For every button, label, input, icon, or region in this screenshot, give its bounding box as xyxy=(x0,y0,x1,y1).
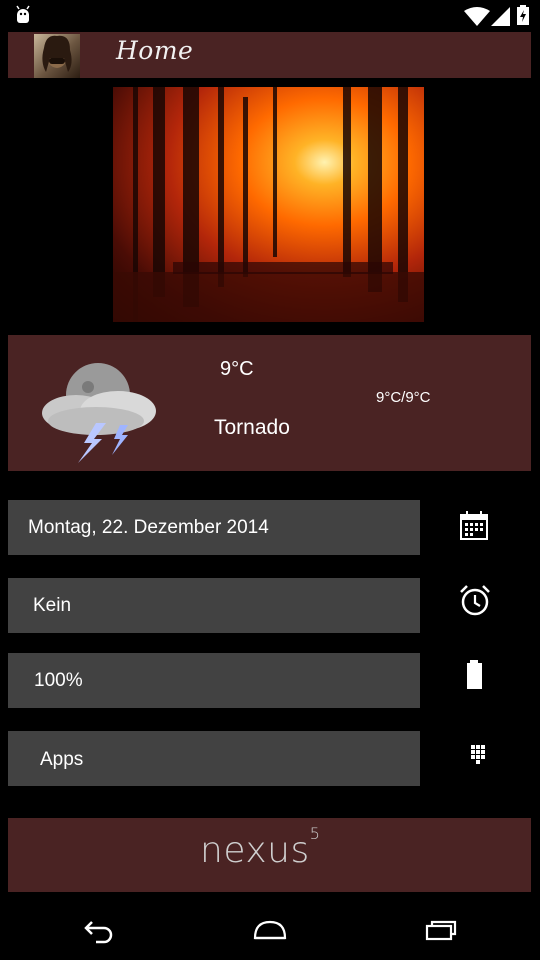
avatar[interactable] xyxy=(34,34,80,78)
brand-logo: nexus5 xyxy=(200,824,320,871)
alarm-label: Kein xyxy=(33,595,72,616)
back-button[interactable] xyxy=(82,918,118,944)
brand-name: nexus xyxy=(200,830,310,871)
wifi-icon xyxy=(464,7,490,26)
navigation-bar xyxy=(0,900,540,960)
profile-photo xyxy=(42,35,72,72)
battery-charging-icon xyxy=(517,5,529,25)
battery-label: 100% xyxy=(34,670,83,691)
header-bar xyxy=(8,32,531,78)
temperature-range: 9°C/9°C xyxy=(376,389,431,406)
date-row[interactable]: Montag, 22. Dezember 2014 xyxy=(8,500,420,555)
temperature: 9°C xyxy=(220,358,254,380)
apps-row[interactable]: Apps xyxy=(8,731,420,786)
home-button[interactable] xyxy=(252,918,288,942)
status-bar xyxy=(0,0,540,32)
battery-icon[interactable] xyxy=(455,656,495,696)
alarm-row[interactable]: Kein xyxy=(8,578,420,633)
app-grid-icon[interactable] xyxy=(455,739,495,779)
battery-row[interactable]: 100% xyxy=(8,653,420,708)
page-title: Home xyxy=(116,36,194,65)
forest-picture xyxy=(113,87,424,322)
calendar-icon[interactable] xyxy=(455,507,495,547)
thunderstorm-cloud-icon xyxy=(42,363,156,463)
date-label: Montag, 22. Dezember 2014 xyxy=(28,517,269,538)
apps-label: Apps xyxy=(40,749,84,770)
signal-icon xyxy=(491,7,510,26)
recents-button[interactable] xyxy=(424,918,458,942)
wallpaper-image[interactable] xyxy=(113,87,424,322)
weather-condition: Tornado xyxy=(214,416,290,439)
alarm-clock-icon[interactable] xyxy=(455,581,495,621)
android-debug-icon xyxy=(16,5,30,23)
brand-superscript: 5 xyxy=(309,824,321,843)
